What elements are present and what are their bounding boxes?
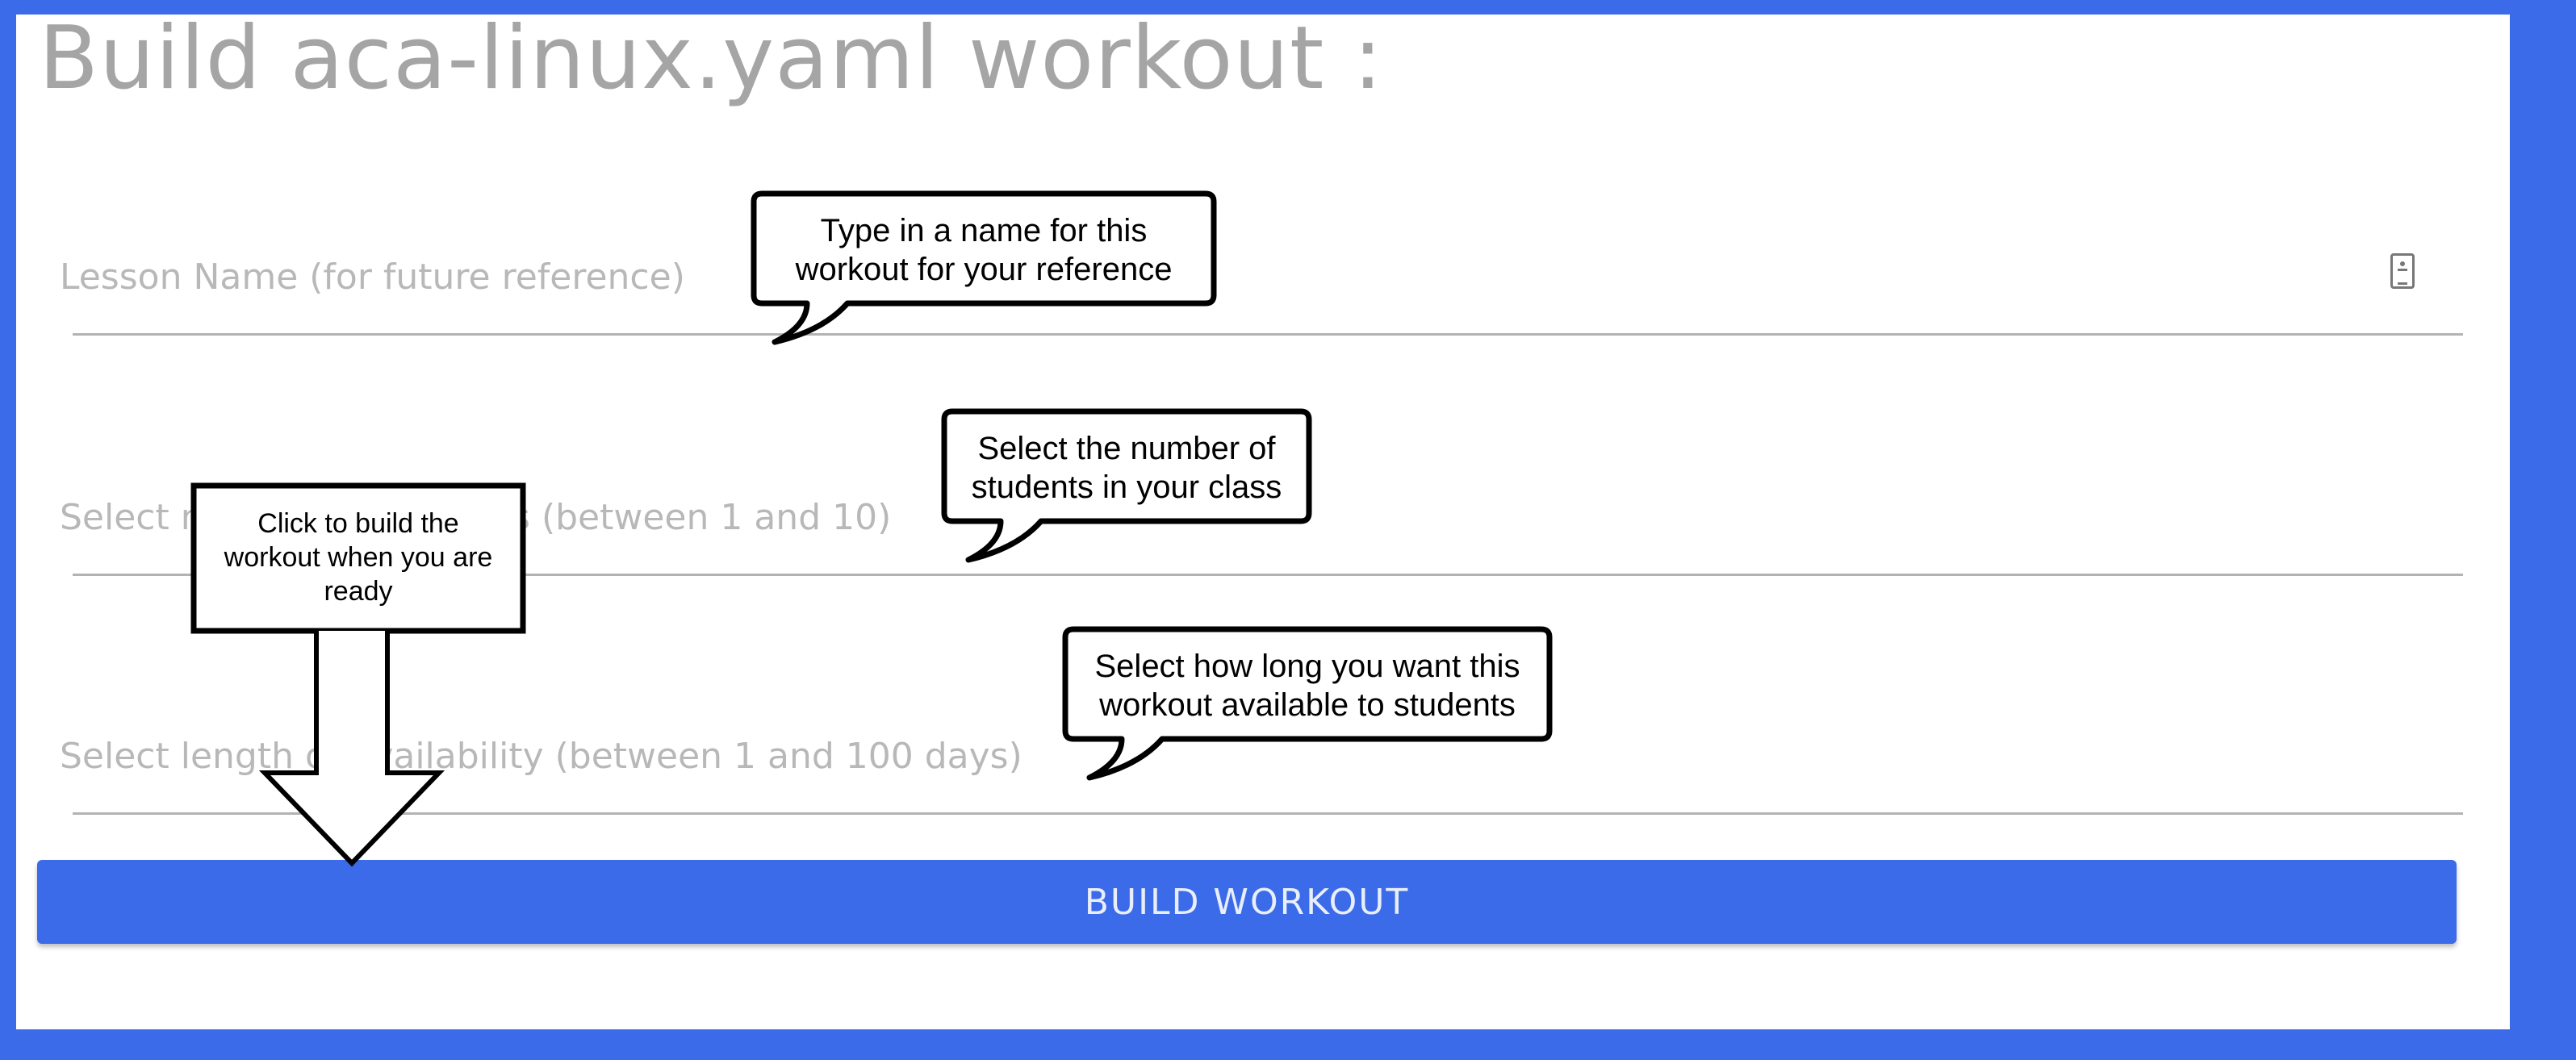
students-tip-text: Select the number of students in your cl… [944,429,1309,507]
availability-tip-line1: Select how long you want this [1094,649,1520,684]
build-tip-line3: ready [324,576,393,607]
build-tip-line2: workout when you are [224,542,493,573]
name-tip-line2: workout for your reference [795,252,1173,287]
availability-tip-text: Select how long you want this workout av… [1065,647,1549,724]
build-tip-line1: Click to build the [257,508,459,539]
build-tip-text: Click to build the workout when you are … [194,507,523,608]
name-tip-text: Type in a name for this workout for your… [754,211,1214,289]
name-tip-line1: Type in a name for this [820,213,1148,248]
students-tip-line2: students in your class [971,469,1282,505]
availability-tip-line2: workout available to students [1099,687,1516,723]
students-tip-line1: Select the number of [977,431,1276,466]
down-arrow-shape [258,631,445,867]
